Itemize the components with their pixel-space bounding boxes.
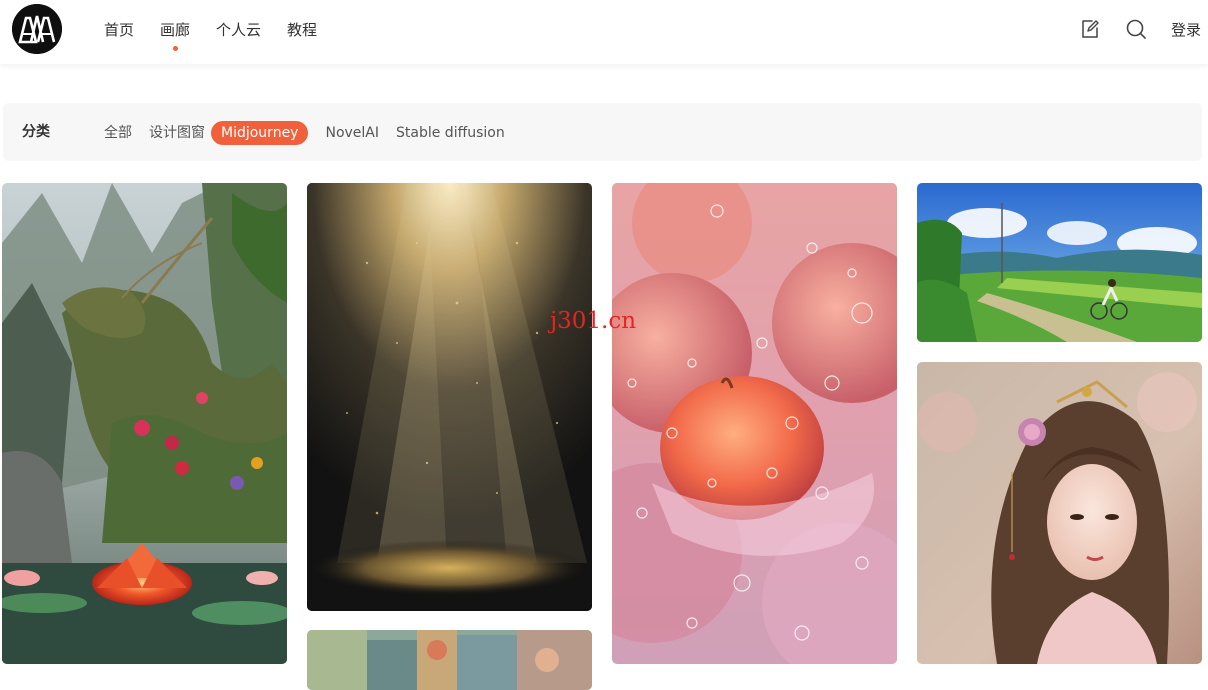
- category-label: 分类: [22, 124, 50, 140]
- category-design[interactable]: 设计图窗: [149, 121, 205, 145]
- main-nav: 首页 画廊 个人云 教程: [104, 17, 343, 51]
- nav-tutorials[interactable]: 教程: [287, 17, 317, 43]
- logo-mark-icon: [12, 4, 62, 54]
- chinese-woman-portrait-image: [917, 362, 1202, 664]
- gallery-card-portrait[interactable]: [917, 362, 1202, 664]
- category-bar: 分类 全部 设计图窗 Midjourney NovelAI Stable dif…: [3, 103, 1202, 161]
- nav-gallery[interactable]: 画廊: [160, 17, 190, 51]
- category-all[interactable]: 全部: [104, 121, 132, 145]
- peach-bubbles-image: [612, 183, 897, 664]
- category-stable-diffusion[interactable]: Stable diffusion: [396, 121, 505, 145]
- gallery-card-light[interactable]: [307, 183, 592, 611]
- watermark-text: j301.cn: [550, 308, 637, 334]
- gallery-card-peach[interactable]: [612, 183, 897, 664]
- search-icon[interactable]: [1125, 18, 1147, 40]
- gallery-card-dragon[interactable]: [2, 183, 287, 664]
- top-header: 首页 画廊 个人云 教程 登录: [0, 0, 1208, 64]
- cyclist-landscape-image: [917, 183, 1202, 342]
- light-rays-image: [307, 183, 592, 611]
- category-novelai[interactable]: NovelAI: [325, 121, 379, 145]
- gallery-card-cyclist[interactable]: [917, 183, 1202, 342]
- category-midjourney[interactable]: Midjourney: [211, 121, 309, 145]
- nav-home[interactable]: 首页: [104, 17, 134, 43]
- category-list: 全部 设计图窗 Midjourney NovelAI Stable diffus…: [104, 121, 522, 145]
- nav-personal-cloud[interactable]: 个人云: [216, 17, 261, 43]
- gallery-card-textile[interactable]: [307, 630, 592, 690]
- site-logo[interactable]: [12, 4, 62, 54]
- edit-icon[interactable]: [1079, 18, 1101, 40]
- login-link[interactable]: 登录: [1171, 18, 1201, 42]
- textile-image: [307, 630, 592, 690]
- dragon-lotus-image: [2, 183, 287, 664]
